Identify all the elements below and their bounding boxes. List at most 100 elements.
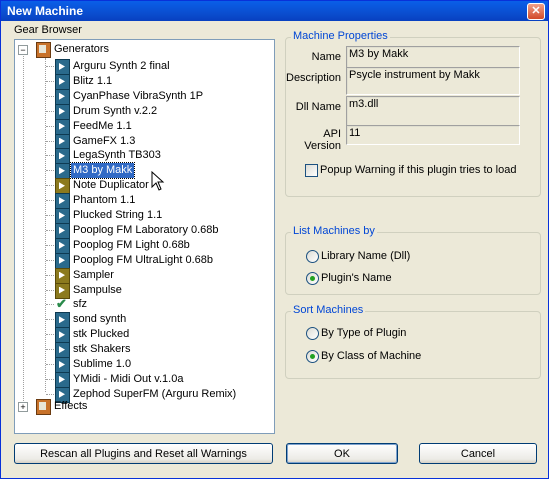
tree-line: [46, 110, 54, 112]
tree-node-effects[interactable]: + Effects: [15, 399, 265, 415]
generator-label: M3 by Makk: [69, 162, 136, 180]
api-version-field: 11: [346, 125, 520, 145]
machine-properties-group: Machine Properties Name M3 by Makk Descr…: [285, 30, 541, 197]
popup-warning-label[interactable]: Popup Warning if this plugin tries to lo…: [320, 164, 516, 176]
radio-by-class[interactable]: [306, 350, 319, 363]
tree-node-label: Effects: [54, 400, 88, 412]
generator-item[interactable]: FeedMe 1.1: [15, 118, 265, 135]
plugin-icon: [55, 103, 70, 120]
generator-item[interactable]: ✔ sfz: [15, 297, 265, 312]
tree-line: [46, 319, 54, 321]
generator-item[interactable]: YMidi - Midi Out v.1.0a: [15, 371, 265, 388]
plugin-icon: [55, 267, 70, 284]
name-label: Name: [311, 51, 341, 63]
generator-item[interactable]: Arguru Synth 2 final: [15, 59, 265, 75]
plugin-icon: [55, 252, 70, 269]
popup-warning-checkbox[interactable]: [305, 164, 318, 177]
generator-label: GameFX 1.3: [73, 134, 136, 147]
plugin-icon: [55, 193, 70, 210]
gear-browser-tree[interactable]: − Generators Arguru Synth 2 final Blitz 1…: [14, 39, 275, 434]
plugin-icon: [55, 59, 70, 75]
window-title: New Machine: [7, 4, 84, 18]
tree-line: [46, 200, 54, 202]
tree-line: [46, 244, 54, 246]
generator-item[interactable]: Pooplog FM Light 0.68b: [15, 237, 265, 254]
list-machines-by-group: List Machines by Library Name (Dll) Plug…: [285, 225, 541, 295]
tree-line: [46, 140, 54, 142]
expand-icon[interactable]: +: [18, 402, 28, 412]
name-field: M3 by Makk: [346, 46, 520, 68]
tree-line: [46, 125, 54, 127]
sort-machines-group: Sort Machines By Type of Plugin By Class…: [285, 304, 541, 379]
tree-line: [46, 170, 54, 172]
close-button[interactable]: ✕: [527, 3, 545, 20]
generator-item[interactable]: Drum Synth v.2.2: [15, 103, 265, 120]
dll-name-label: Dll Name: [295, 101, 341, 113]
group-title: Machine Properties: [291, 30, 390, 42]
tree-line: [46, 95, 54, 97]
tree-node-generators[interactable]: − Generators: [15, 42, 265, 58]
generator-label: Sampulse: [73, 283, 122, 296]
generator-item[interactable]: Pooplog FM UltraLight 0.68b: [15, 252, 265, 269]
tree-line: [46, 378, 54, 380]
generator-item[interactable]: sond synth: [15, 312, 265, 329]
generator-label: LegaSynth TB303: [73, 149, 161, 162]
rescan-button[interactable]: Rescan all Plugins and Reset all Warning…: [14, 443, 273, 464]
generator-label: CyanPhase VibraSynth 1P: [73, 89, 204, 102]
generator-label: stk Plucked: [73, 328, 130, 341]
generator-item[interactable]: Sublime 1.0: [15, 357, 265, 373]
tree-node-label: Generators: [54, 43, 110, 55]
dll-name-field: m3.dll: [346, 96, 520, 126]
api-version-label: API Version: [304, 128, 341, 152]
tree-line: [46, 349, 54, 351]
generator-item[interactable]: Note Duplicator: [15, 178, 265, 195]
generator-item[interactable]: stk Shakers: [15, 342, 265, 359]
plugin-icon: [55, 118, 70, 135]
radio-by-class-label[interactable]: By Class of Machine: [321, 350, 421, 362]
title-bar: New Machine ✕: [1, 1, 548, 21]
generator-item[interactable]: Blitz 1.1: [15, 73, 265, 90]
plugin-icon: [55, 208, 70, 224]
plugin-icon: [55, 357, 70, 373]
generator-item[interactable]: Sampulse: [15, 282, 265, 299]
tree-line: [46, 334, 54, 336]
cancel-button[interactable]: Cancel: [419, 443, 537, 464]
generator-item[interactable]: M3 by Makk: [15, 162, 265, 180]
generator-label: Blitz 1.1: [73, 74, 113, 87]
generator-label: stk Shakers: [73, 343, 131, 356]
generator-item[interactable]: stk Plucked: [15, 327, 265, 344]
tree-line: [46, 66, 54, 67]
generator-label: Sampler: [73, 268, 114, 281]
collapse-icon[interactable]: −: [18, 45, 28, 55]
generator-item[interactable]: Sampler: [15, 267, 265, 284]
radio-by-type-label[interactable]: By Type of Plugin: [321, 327, 406, 339]
tree-line: [46, 185, 54, 187]
generator-item[interactable]: LegaSynth TB303: [15, 148, 265, 165]
generator-item[interactable]: Plucked String 1.1: [15, 208, 265, 224]
generator-label: FeedMe 1.1: [73, 119, 132, 132]
description-label: Description: [286, 72, 342, 84]
plugin-icon: [55, 163, 70, 180]
radio-library-name-label[interactable]: Library Name (Dll): [321, 250, 410, 262]
radio-plugin-name[interactable]: [306, 272, 319, 285]
generator-item[interactable]: Pooplog FM Laboratory 0.68b: [15, 222, 265, 239]
plugin-icon: [55, 327, 70, 344]
generator-item[interactable]: Phantom 1.1: [15, 193, 265, 210]
plugin-icon: [55, 133, 70, 150]
generator-item[interactable]: CyanPhase VibraSynth 1P: [15, 88, 265, 105]
generator-label: Pooplog FM Laboratory 0.68b: [73, 223, 219, 236]
new-machine-dialog: New Machine ✕ Gear Browser − Generators …: [0, 0, 549, 479]
generator-item[interactable]: GameFX 1.3: [15, 133, 265, 150]
plugin-icon: [55, 88, 70, 105]
radio-by-type[interactable]: [306, 327, 319, 340]
tree-line: [46, 229, 54, 231]
plugin-icon: [55, 237, 70, 254]
generator-label: YMidi - Midi Out v.1.0a: [73, 372, 184, 385]
description-field: Psycle instrument by Makk: [346, 67, 520, 95]
radio-library-name[interactable]: [306, 250, 319, 263]
ok-button[interactable]: OK: [286, 443, 398, 464]
tree-line: [46, 393, 54, 395]
mouse-cursor-icon: [151, 171, 165, 191]
tree-line: [46, 80, 54, 82]
radio-plugin-name-label[interactable]: Plugin's Name: [321, 272, 392, 284]
